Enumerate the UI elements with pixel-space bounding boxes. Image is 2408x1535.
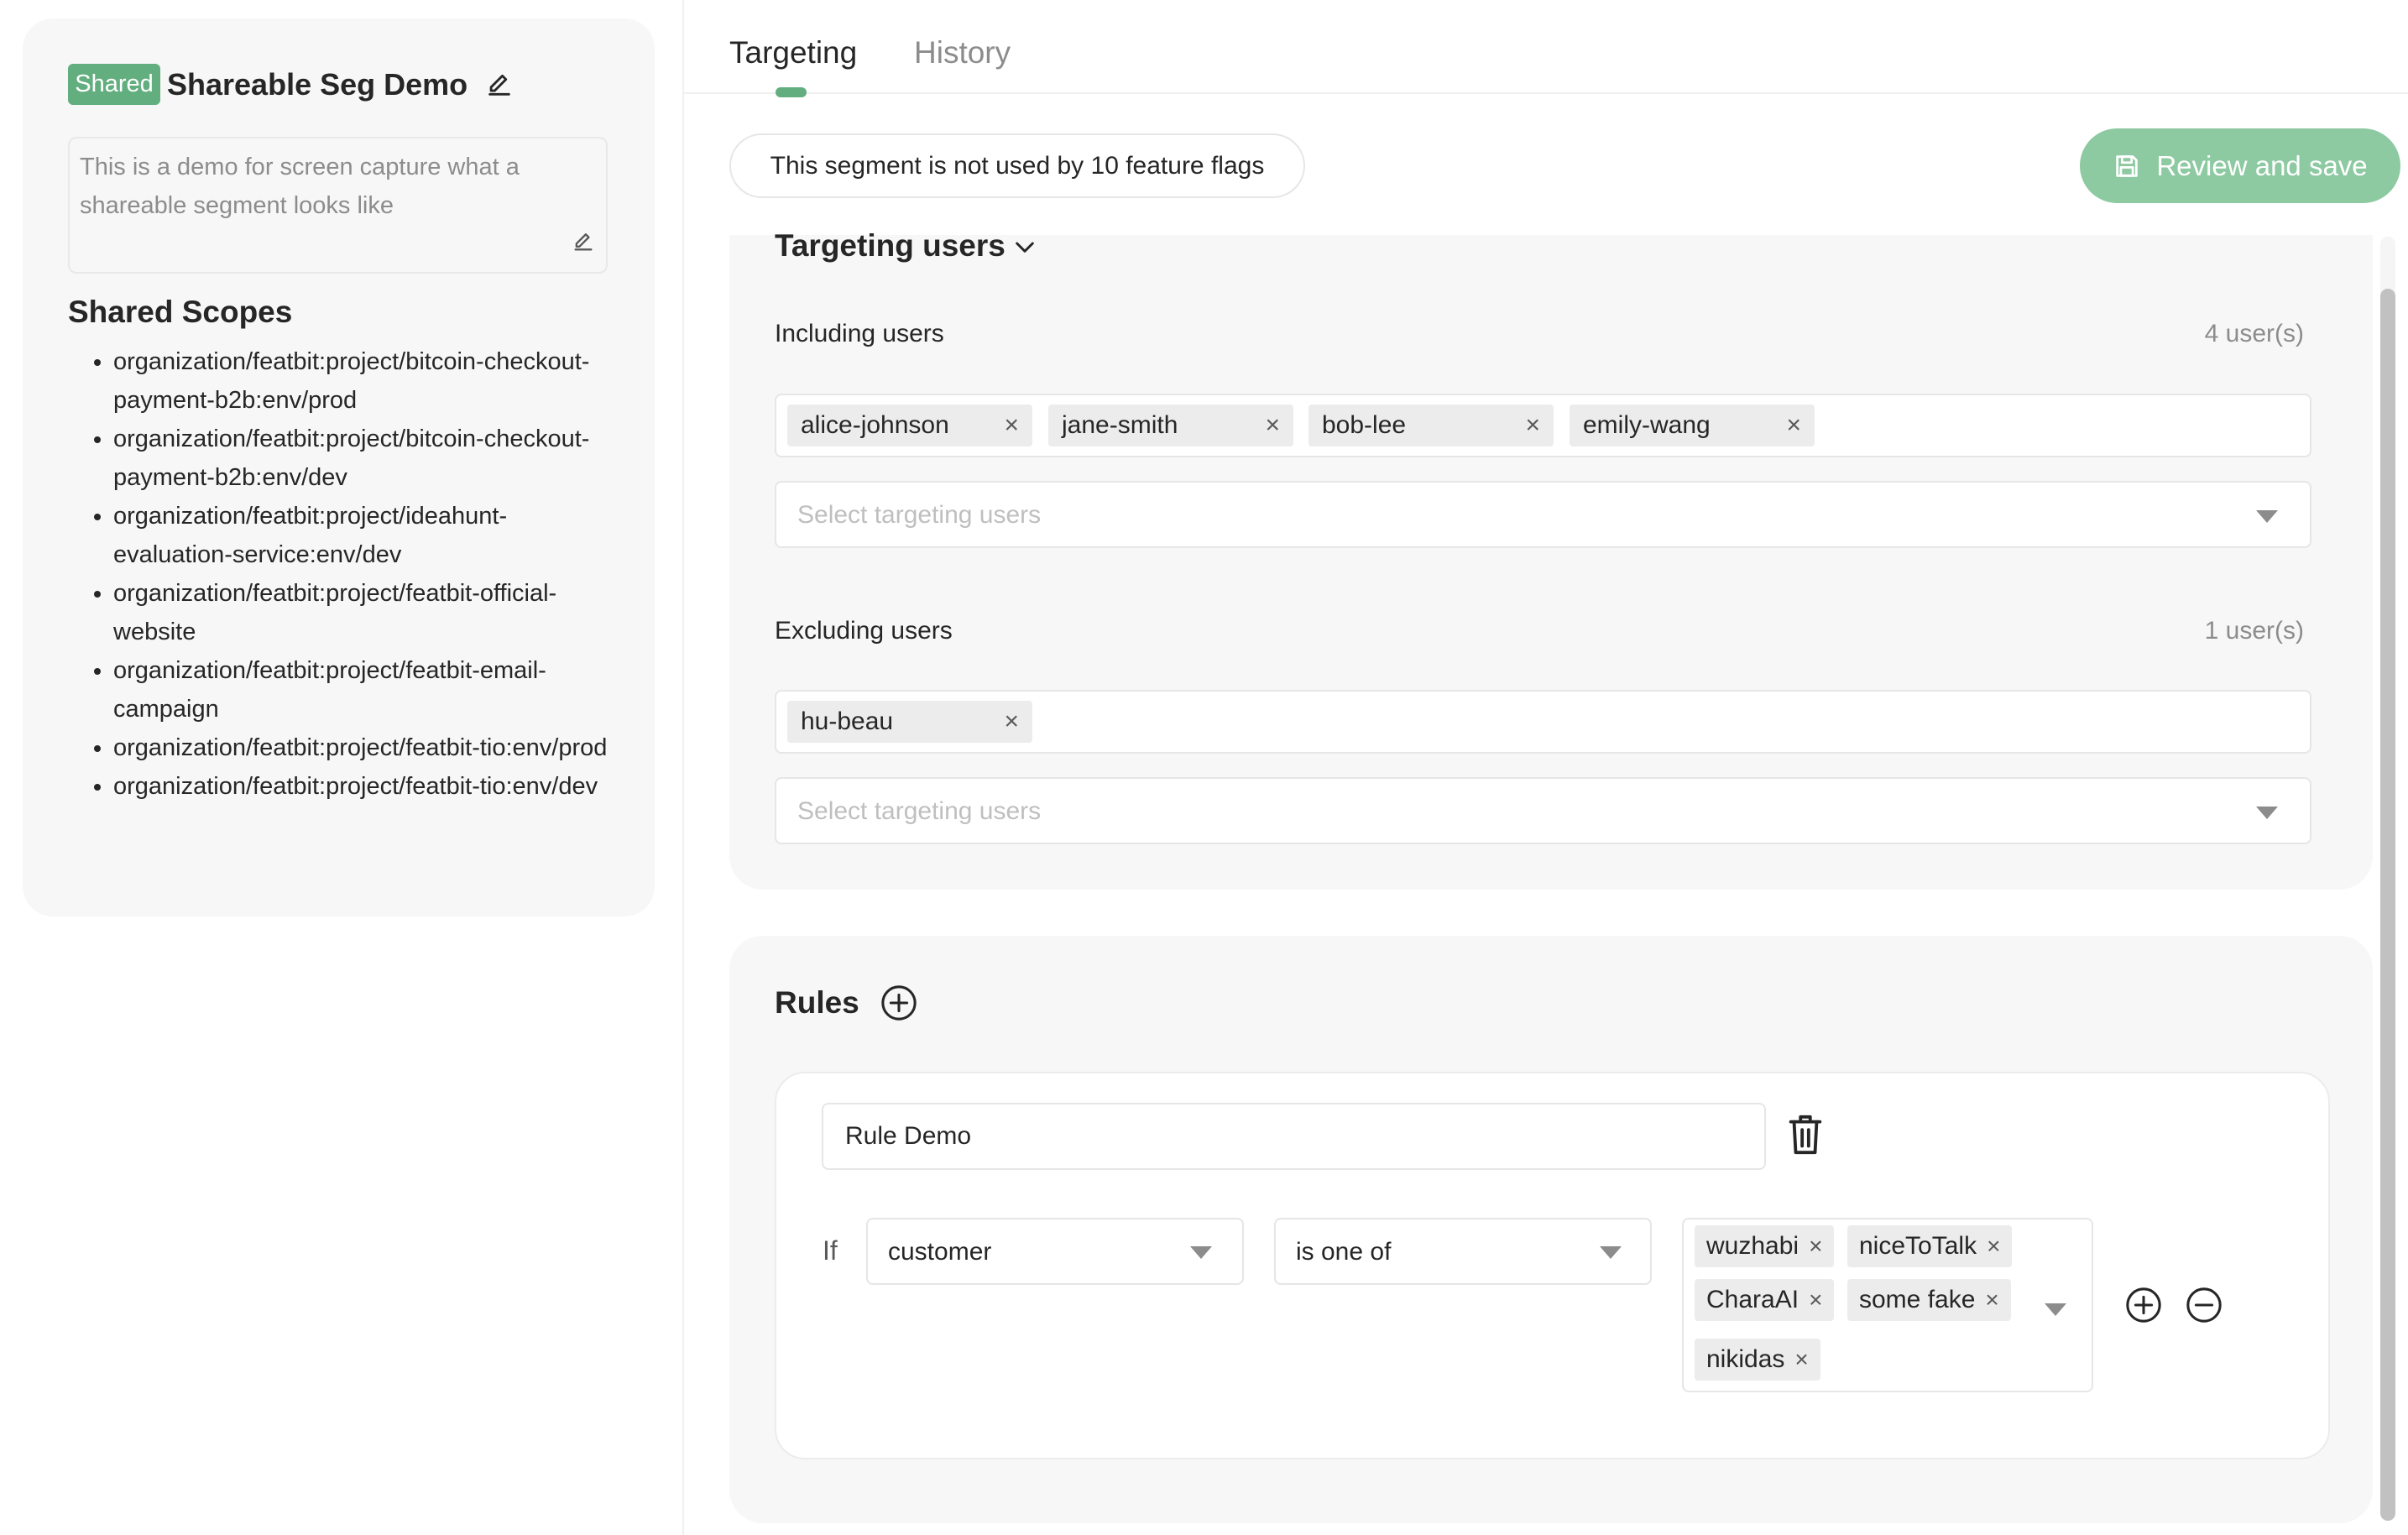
segment-description: This is a demo for screen capture what a… bbox=[80, 154, 520, 219]
rules-title: Rules bbox=[775, 985, 859, 1020]
excluding-users-placeholder: Select targeting users bbox=[797, 797, 1042, 825]
caret-down-icon[interactable] bbox=[2045, 1303, 2066, 1316]
user-chip-label: jane-smith bbox=[1062, 411, 1178, 439]
shared-scopes-title: Shared Scopes bbox=[68, 295, 293, 329]
close-icon[interactable]: × bbox=[1987, 1233, 2000, 1260]
active-tab-indicator bbox=[776, 87, 807, 97]
save-icon bbox=[2116, 154, 2139, 177]
scope-item: organization/featbit:project/featbit-ema… bbox=[113, 651, 614, 728]
caret-down-icon[interactable] bbox=[2256, 807, 2278, 819]
close-icon[interactable]: × bbox=[1004, 707, 1019, 736]
including-users-count: 4 user(s) bbox=[2204, 320, 2304, 347]
caret-down-icon[interactable] bbox=[1190, 1246, 1212, 1259]
add-circle-icon[interactable] bbox=[880, 984, 918, 1022]
close-icon[interactable]: × bbox=[1794, 1346, 1808, 1373]
user-chip-label: emily-wang bbox=[1583, 411, 1711, 439]
scope-item: organization/featbit:project/bitcoin-che… bbox=[113, 420, 614, 497]
value-chip: wuzhabi × bbox=[1695, 1225, 1835, 1267]
close-icon[interactable]: × bbox=[1809, 1287, 1822, 1313]
close-icon[interactable]: × bbox=[1985, 1287, 1998, 1313]
operator-value: is one of bbox=[1296, 1238, 1392, 1266]
scope-item: organization/featbit:project/featbit-off… bbox=[113, 574, 614, 651]
value-chip: CharaAI × bbox=[1695, 1279, 1835, 1321]
close-icon[interactable]: × bbox=[1809, 1233, 1822, 1260]
user-chip-label: bob-lee bbox=[1322, 411, 1407, 439]
segment-title: Shareable Seg Demo bbox=[167, 67, 468, 102]
excluding-users-count: 1 user(s) bbox=[2204, 617, 2304, 645]
scrollbar-thumb[interactable] bbox=[2380, 289, 2395, 1521]
shared-scopes-list: organization/featbit:project/bitcoin-che… bbox=[68, 342, 614, 806]
targeting-users-title[interactable]: Targeting users bbox=[775, 225, 1006, 267]
review-and-save-button[interactable]: Review and save bbox=[2080, 128, 2400, 203]
value-chip-label: CharaAI bbox=[1706, 1286, 1799, 1313]
condition-if-label: If bbox=[823, 1235, 838, 1266]
shared-badge: Shared bbox=[68, 64, 160, 105]
remove-circle-icon[interactable] bbox=[2185, 1286, 2223, 1324]
value-chip: niceToTalk × bbox=[1847, 1225, 2013, 1267]
value-chip-label: wuzhabi bbox=[1706, 1232, 1799, 1260]
value-chip: some fake × bbox=[1847, 1279, 2011, 1321]
scope-item: organization/featbit:project/bitcoin-che… bbox=[113, 342, 614, 420]
caret-down-icon[interactable] bbox=[2256, 510, 2278, 523]
tab-targeting[interactable]: Targeting bbox=[729, 32, 857, 74]
close-icon[interactable]: × bbox=[1004, 411, 1019, 440]
scope-item: organization/featbit:project/ideahunt-ev… bbox=[113, 497, 614, 574]
tab-history[interactable]: History bbox=[914, 32, 1011, 74]
flag-usage-info: This segment is not used by 10 feature f… bbox=[729, 133, 1305, 198]
attribute-value: customer bbox=[888, 1238, 992, 1266]
pencil-icon[interactable] bbox=[485, 70, 514, 99]
trash-icon[interactable] bbox=[1787, 1114, 1824, 1156]
user-chip: emily-wang × bbox=[1570, 405, 1815, 446]
user-chip: bob-lee × bbox=[1308, 405, 1554, 446]
value-chip: nikidas × bbox=[1695, 1339, 1820, 1381]
including-users-label: Including users bbox=[775, 320, 944, 347]
pencil-icon[interactable] bbox=[572, 230, 595, 253]
review-and-save-label: Review and save bbox=[2156, 149, 2368, 181]
excluding-users-label: Excluding users bbox=[775, 617, 953, 645]
panel-divider bbox=[682, 0, 684, 1535]
user-chip: alice-johnson × bbox=[787, 405, 1032, 446]
add-circle-icon[interactable] bbox=[2124, 1286, 2163, 1324]
value-chip-label: nikidas bbox=[1706, 1345, 1785, 1373]
chevron-down-icon[interactable] bbox=[1011, 233, 1038, 260]
user-chip-label: alice-johnson bbox=[801, 411, 949, 439]
caret-down-icon[interactable] bbox=[1600, 1246, 1622, 1259]
including-users-placeholder: Select targeting users bbox=[797, 501, 1042, 529]
close-icon[interactable]: × bbox=[1525, 411, 1540, 440]
user-chip: hu-beau × bbox=[787, 701, 1032, 743]
rule-name-input[interactable]: Rule Demo bbox=[822, 1103, 1766, 1170]
user-chip: jane-smith × bbox=[1048, 405, 1293, 446]
scope-item: organization/featbit:project/featbit-tio… bbox=[113, 767, 614, 806]
scope-item: organization/featbit:project/featbit-tio… bbox=[113, 728, 614, 767]
close-icon[interactable]: × bbox=[1265, 411, 1280, 440]
user-chip-label: hu-beau bbox=[801, 707, 894, 735]
value-chip-label: some fake bbox=[1859, 1286, 1976, 1313]
value-chip-label: niceToTalk bbox=[1859, 1232, 1977, 1260]
tabs-divider bbox=[684, 92, 2408, 94]
close-icon[interactable]: × bbox=[1786, 411, 1801, 440]
